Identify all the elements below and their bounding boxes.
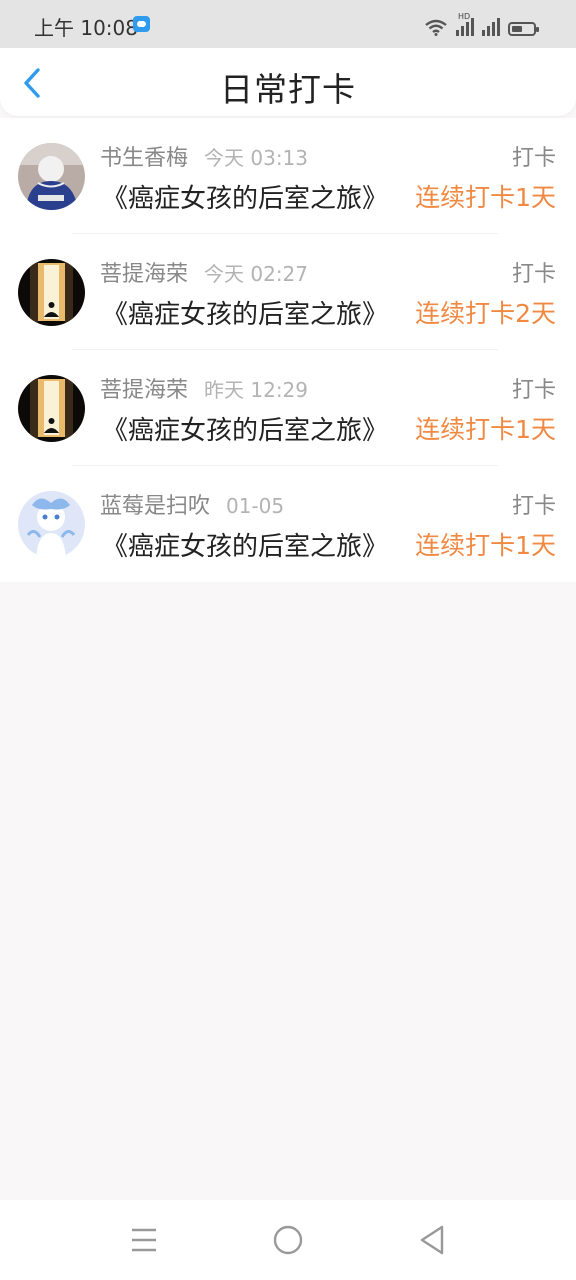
checkin-time: 今天 03:13	[204, 146, 309, 170]
status-time: 上午 10:08	[34, 16, 138, 40]
status-icons: HD	[424, 12, 539, 36]
username[interactable]: 菩提海荣	[100, 256, 188, 288]
book-title[interactable]: 《癌症女孩的后室之旅》	[102, 178, 388, 215]
item-meta: 书生香梅 今天 03:13	[100, 140, 308, 172]
avatar[interactable]	[18, 259, 85, 326]
list-item[interactable]: 菩提海荣 昨天 12:29 打卡 《癌症女孩的后室之旅》 连续打卡1天	[0, 350, 576, 466]
item-meta: 菩提海荣 今天 02:27	[100, 256, 308, 288]
signal-hd-group: HD	[456, 12, 474, 36]
app-notification-icon	[133, 16, 150, 32]
item-meta: 蓝莓是扫吹 01-05	[100, 488, 284, 520]
meditation-avatar-icon	[18, 259, 85, 326]
book-title[interactable]: 《癌症女孩的后室之旅》	[102, 526, 388, 563]
checkin-list: 书生香梅 今天 03:13 打卡 《癌症女孩的后室之旅》 连续打卡1天 菩提海荣…	[0, 118, 576, 582]
avatar[interactable]	[18, 143, 85, 210]
list-item[interactable]: 书生香梅 今天 03:13 打卡 《癌症女孩的后室之旅》 连续打卡1天	[0, 118, 576, 234]
menu-icon[interactable]	[124, 1220, 164, 1260]
battery-icon	[508, 22, 539, 36]
system-navbar	[0, 1200, 576, 1280]
photo-person-avatar-icon	[18, 143, 85, 210]
username[interactable]: 书生香梅	[100, 140, 188, 172]
meditation-avatar-icon	[18, 375, 85, 442]
signal-icon-2	[482, 18, 500, 36]
streak-count: 连续打卡1天	[415, 183, 556, 212]
book-title[interactable]: 《癌症女孩的后室之旅》	[102, 410, 388, 447]
home-icon[interactable]	[268, 1220, 308, 1260]
item-meta: 菩提海荣 昨天 12:29	[100, 372, 308, 404]
anime-character-avatar-icon	[18, 491, 85, 558]
checkin-type: 打卡	[511, 378, 556, 403]
book-title[interactable]: 《癌症女孩的后室之旅》	[102, 294, 388, 331]
streak-count: 连续打卡1天	[415, 531, 556, 560]
streak-count: 连续打卡2天	[415, 299, 556, 328]
checkin-time: 01-05	[226, 494, 285, 518]
username[interactable]: 菩提海荣	[100, 372, 188, 404]
checkin-type: 打卡	[511, 262, 556, 287]
back-icon[interactable]	[412, 1220, 452, 1260]
hd-label: HD	[458, 12, 471, 21]
page-title: 日常打卡	[220, 70, 356, 109]
list-item[interactable]: 菩提海荣 今天 02:27 打卡 《癌症女孩的后室之旅》 连续打卡2天	[0, 234, 576, 350]
list-item[interactable]: 蓝莓是扫吹 01-05 打卡 《癌症女孩的后室之旅》 连续打卡1天	[0, 466, 576, 582]
wifi-icon	[425, 19, 447, 36]
checkin-time: 今天 02:27	[204, 262, 309, 286]
checkin-type: 打卡	[511, 146, 556, 171]
checkin-time: 昨天 12:29	[204, 378, 309, 402]
header: 日常打卡	[0, 48, 576, 116]
avatar[interactable]	[18, 375, 85, 442]
avatar[interactable]	[18, 491, 85, 558]
checkin-type: 打卡	[511, 494, 556, 519]
username[interactable]: 蓝莓是扫吹	[100, 488, 210, 520]
streak-count: 连续打卡1天	[415, 415, 556, 444]
status-bar: 上午 10:08 HD	[0, 0, 576, 48]
